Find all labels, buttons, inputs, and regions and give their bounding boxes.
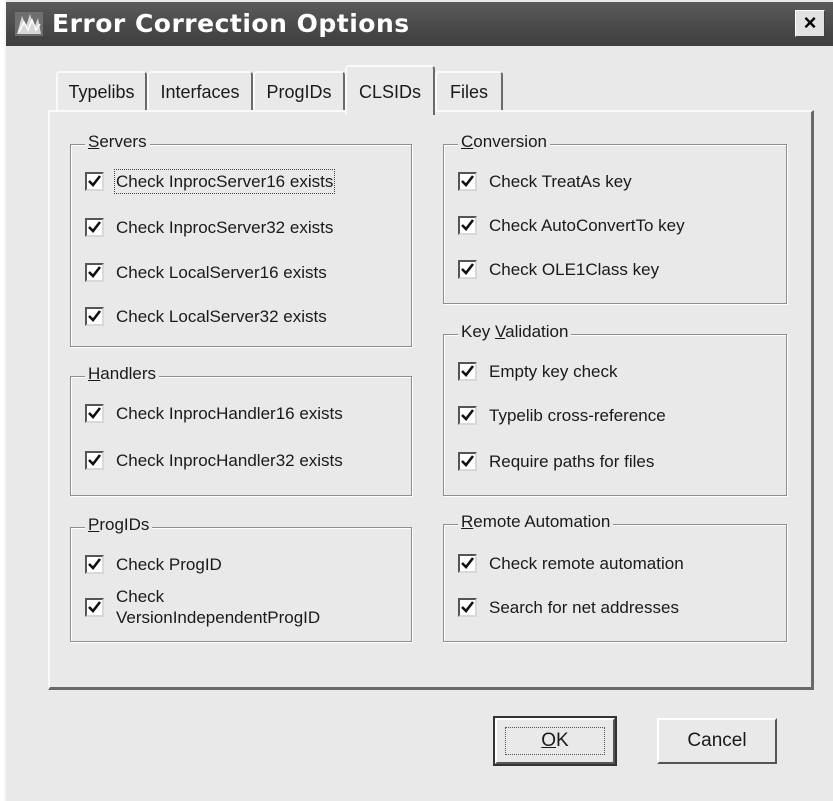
key-validation-group: Key Validation Empty key check Typelib c… (443, 322, 787, 496)
checkbox-box[interactable] (458, 216, 477, 235)
checkbox-box[interactable] (85, 263, 104, 282)
checkbox-box[interactable] (458, 406, 477, 425)
conversion-group: Conversion Check TreatAs key Check AutoC… (443, 132, 787, 304)
checkbox-box[interactable] (458, 452, 477, 471)
check-localserver16-checkbox[interactable]: Check LocalServer16 exists (85, 262, 327, 283)
tab-typelibs[interactable]: Typelibs (56, 71, 147, 111)
checkbox-label: Check VersionIndependentProgID (116, 587, 321, 627)
check-autoconvertto-checkbox[interactable]: Check AutoConvertTo key (458, 215, 685, 236)
checkbox-box[interactable] (85, 404, 104, 423)
checkbox-label: Check LocalServer32 exists (116, 307, 327, 326)
progids-group: ProgIDs Check ProgID Check VersionIndepe… (70, 515, 412, 642)
checkbox-label: Require paths for files (489, 452, 655, 471)
tab-files[interactable]: Files (435, 71, 503, 111)
typelib-cross-reference-checkbox[interactable]: Typelib cross-reference (458, 405, 666, 426)
checkbox-label: Search for net addresses (489, 598, 679, 617)
servers-group-label: Servers (85, 132, 150, 152)
remote-automation-group-label: Remote Automation (458, 512, 614, 532)
checkbox-box[interactable] (458, 554, 477, 573)
check-inprocserver32-checkbox[interactable]: Check InprocServer32 exists (85, 217, 333, 238)
checkbox-box[interactable] (85, 218, 104, 237)
checkbox-label: Check TreatAs key (489, 172, 632, 191)
title-bar[interactable]: Error Correction Options × (6, 2, 833, 46)
tab-progids[interactable]: ProgIDs (253, 71, 345, 111)
servers-group: Servers Check InprocServer16 exists Chec… (70, 132, 412, 347)
tab-label: Typelibs (68, 82, 135, 102)
tab-clsids[interactable]: CLSIDs (345, 65, 435, 115)
checkbox-box[interactable] (85, 451, 104, 470)
checkbox-box[interactable] (85, 172, 104, 191)
checkbox-box[interactable] (458, 598, 477, 617)
search-net-addresses-checkbox[interactable]: Search for net addresses (458, 597, 679, 618)
conversion-group-label: Conversion (458, 132, 550, 152)
checkbox-label: Check ProgID (116, 555, 222, 574)
require-paths-checkbox[interactable]: Require paths for files (458, 451, 654, 472)
checkbox-label: Check remote automation (489, 554, 684, 573)
checkbox-label: Check InprocHandler16 exists (116, 404, 343, 423)
checkbox-label: Check InprocServer32 exists (116, 218, 334, 237)
remote-automation-group: Remote Automation Check remote automatio… (443, 512, 787, 642)
cancel-button[interactable]: Cancel (657, 718, 777, 764)
tab-interfaces[interactable]: Interfaces (147, 71, 253, 111)
checkbox-label: Check AutoConvertTo key (489, 216, 685, 235)
check-ole1class-checkbox[interactable]: Check OLE1Class key (458, 259, 659, 280)
tab-label: ProgIDs (266, 82, 332, 102)
handlers-group: Handlers Check InprocHandler16 exists Ch… (70, 364, 412, 496)
empty-key-check-checkbox[interactable]: Empty key check (458, 361, 618, 382)
ok-button[interactable]: OK (493, 716, 617, 766)
window-title: Error Correction Options (52, 9, 410, 38)
check-remote-automation-checkbox[interactable]: Check remote automation (458, 553, 684, 574)
clsids-tab-panel: Servers Check InprocServer16 exists Chec… (48, 110, 814, 690)
checkbox-box[interactable] (458, 260, 477, 279)
tab-label: Interfaces (160, 82, 240, 102)
checkbox-label: Typelib cross-reference (489, 406, 666, 425)
check-treatas-checkbox[interactable]: Check TreatAs key (458, 171, 632, 192)
checkbox-label: Check InprocServer16 exists (113, 169, 336, 194)
handlers-group-label: Handlers (85, 364, 160, 384)
checkbox-box[interactable] (458, 362, 477, 381)
close-icon: × (803, 10, 817, 35)
tab-label: CLSIDs (358, 82, 421, 102)
checkbox-label: Check InprocHandler32 exists (116, 451, 343, 470)
checkbox-label: Empty key check (489, 362, 618, 381)
tab-label: Files (449, 82, 488, 102)
check-progid-checkbox[interactable]: Check ProgID (85, 554, 222, 575)
checkbox-label: Check LocalServer16 exists (116, 263, 327, 282)
checkbox-box[interactable] (85, 307, 104, 326)
progids-group-label: ProgIDs (85, 515, 153, 535)
check-localserver32-checkbox[interactable]: Check LocalServer32 exists (85, 306, 327, 327)
close-button[interactable]: × (795, 10, 825, 37)
focus-rect (505, 727, 605, 755)
checkbox-label: Check OLE1Class key (489, 260, 660, 279)
check-inprocserver16-checkbox[interactable]: Check InprocServer16 exists (85, 169, 336, 194)
app-icon (15, 12, 43, 36)
check-inprochandler16-checkbox[interactable]: Check InprocHandler16 exists (85, 403, 343, 424)
cancel-label: Cancel (687, 730, 747, 751)
error-correction-dialog: Error Correction Options × Typelibs Inte… (4, 0, 833, 801)
checkbox-box[interactable] (85, 555, 104, 574)
checkbox-box[interactable] (458, 172, 477, 191)
check-inprochandler32-checkbox[interactable]: Check InprocHandler32 exists (85, 450, 343, 471)
key-validation-group-label: Key Validation (458, 322, 572, 342)
check-versionindependentprogid-checkbox[interactable]: Check VersionIndependentProgID (85, 586, 366, 628)
checkbox-box[interactable] (85, 598, 104, 617)
